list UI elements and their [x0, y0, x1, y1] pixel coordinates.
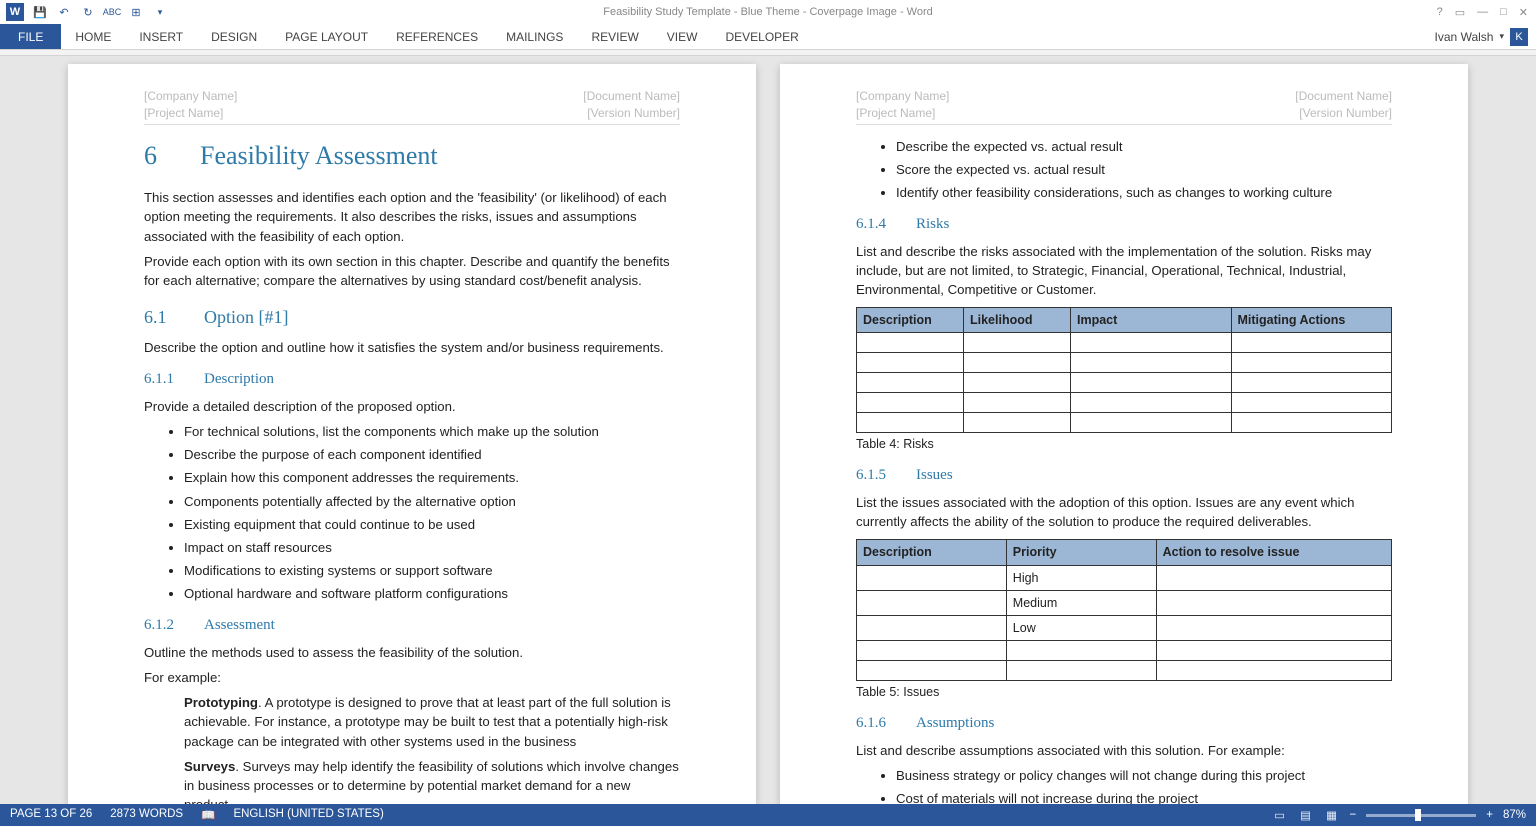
heading-3: 6.1.1Description: [144, 369, 680, 391]
word-count[interactable]: 2873 WORDS: [110, 808, 183, 822]
document-page-left: [Company Name][Project Name] [Document N…: [68, 64, 756, 804]
heading-3: 6.1.5Issues: [856, 465, 1392, 487]
bullet-list: Describe the expected vs. actual result …: [896, 137, 1392, 202]
heading-3: 6.1.6Assumptions: [856, 713, 1392, 735]
window-title: Feasibility Study Template - Blue Theme …: [603, 6, 933, 18]
body-text: For example:: [144, 668, 680, 687]
bullet-list: Business strategy or policy changes will…: [896, 766, 1392, 804]
ribbon-tabs: FILE HOME INSERT DESIGN PAGE LAYOUT REFE…: [0, 24, 1536, 50]
tab-review[interactable]: REVIEW: [577, 24, 652, 49]
status-bar: PAGE 13 OF 26 2873 WORDS 📖 ENGLISH (UNIT…: [0, 804, 1536, 826]
risks-table: DescriptionLikelihoodImpactMitigating Ac…: [856, 307, 1392, 433]
maximize-icon[interactable]: □: [1500, 6, 1507, 19]
qat-dropdown-icon[interactable]: ▾: [152, 4, 168, 20]
list-item: Modifications to existing systems or sup…: [184, 561, 680, 580]
web-layout-icon[interactable]: ▦: [1324, 808, 1340, 822]
body-text: Prototyping. A prototype is designed to …: [184, 693, 680, 750]
heading-2: 6.1Option [#1]: [144, 304, 680, 330]
ribbon-display-icon[interactable]: ▭: [1455, 6, 1465, 19]
zoom-slider[interactable]: [1366, 814, 1476, 817]
list-item: Impact on staff resources: [184, 538, 680, 557]
list-item: Components potentially affected by the a…: [184, 492, 680, 511]
tab-page-layout[interactable]: PAGE LAYOUT: [271, 24, 382, 49]
touch-mode-icon[interactable]: ⊞: [128, 4, 144, 20]
tab-home[interactable]: HOME: [61, 24, 125, 49]
page-header: [Company Name][Project Name] [Document N…: [144, 88, 680, 125]
bullet-list: For technical solutions, list the compon…: [184, 422, 680, 603]
body-text: Surveys. Surveys may help identify the f…: [184, 757, 680, 804]
body-text: List the issues associated with the adop…: [856, 493, 1392, 531]
list-item: Score the expected vs. actual result: [896, 160, 1392, 179]
user-area[interactable]: Ivan Walsh ▾ K: [1435, 28, 1536, 46]
language-indicator[interactable]: ENGLISH (UNITED STATES): [233, 808, 383, 822]
tab-developer[interactable]: DEVELOPER: [711, 24, 812, 49]
tab-references[interactable]: REFERENCES: [382, 24, 492, 49]
user-avatar: K: [1510, 28, 1528, 46]
list-item: Business strategy or policy changes will…: [896, 766, 1392, 785]
user-name: Ivan Walsh: [1435, 30, 1494, 44]
body-text: Describe the option and outline how it s…: [144, 338, 680, 357]
list-item: Identify other feasibility consideration…: [896, 183, 1392, 202]
list-item: Explain how this component addresses the…: [184, 468, 680, 487]
page-header: [Company Name][Project Name] [Document N…: [856, 88, 1392, 125]
list-item: For technical solutions, list the compon…: [184, 422, 680, 441]
title-bar: W 💾 ↶ ↻ ABC ⊞ ▾ Feasibility Study Templa…: [0, 0, 1536, 24]
body-text: List and describe assumptions associated…: [856, 741, 1392, 760]
tab-design[interactable]: DESIGN: [197, 24, 271, 49]
tab-insert[interactable]: INSERT: [125, 24, 197, 49]
quick-access-toolbar: W 💾 ↶ ↻ ABC ⊞ ▾: [0, 3, 168, 21]
body-text: Provide a detailed description of the pr…: [144, 397, 680, 416]
body-text: Outline the methods used to assess the f…: [144, 643, 680, 662]
document-workspace[interactable]: [Company Name][Project Name] [Document N…: [0, 56, 1536, 804]
table-caption: Table 4: Risks: [856, 435, 1392, 453]
list-item: Describe the purpose of each component i…: [184, 445, 680, 464]
list-item: Optional hardware and software platform …: [184, 584, 680, 603]
minimize-icon[interactable]: —: [1477, 6, 1488, 19]
zoom-level[interactable]: 87%: [1503, 809, 1526, 821]
proofing-icon[interactable]: 📖: [201, 808, 215, 822]
close-icon[interactable]: ✕: [1519, 6, 1528, 19]
heading-3: 6.1.2Assessment: [144, 615, 680, 637]
tab-view[interactable]: VIEW: [653, 24, 712, 49]
window-controls: ? ▭ — □ ✕: [1437, 6, 1536, 19]
list-item: Existing equipment that could continue t…: [184, 515, 680, 534]
zoom-in-icon[interactable]: +: [1486, 809, 1493, 821]
tab-file[interactable]: FILE: [0, 24, 61, 49]
help-icon[interactable]: ?: [1437, 6, 1443, 19]
body-text: List and describe the risks associated w…: [856, 242, 1392, 299]
user-dropdown-icon: ▾: [1499, 31, 1504, 42]
list-item: Cost of materials will not increase duri…: [896, 789, 1392, 804]
redo-icon[interactable]: ↻: [80, 4, 96, 20]
save-icon[interactable]: 💾: [32, 4, 48, 20]
page-indicator[interactable]: PAGE 13 OF 26: [10, 808, 92, 822]
issues-table: DescriptionPriorityAction to resolve iss…: [856, 539, 1392, 681]
heading-3: 6.1.4Risks: [856, 214, 1392, 236]
undo-icon[interactable]: ↶: [56, 4, 72, 20]
heading-1: 6Feasibility Assessment: [144, 137, 680, 175]
zoom-out-icon[interactable]: −: [1350, 809, 1357, 821]
word-app-icon: W: [6, 3, 24, 21]
list-item: Describe the expected vs. actual result: [896, 137, 1392, 156]
table-caption: Table 5: Issues: [856, 683, 1392, 701]
read-mode-icon[interactable]: ▭: [1272, 808, 1288, 822]
body-text: Provide each option with its own section…: [144, 252, 680, 290]
spellcheck-icon[interactable]: ABC: [104, 4, 120, 20]
print-layout-icon[interactable]: ▤: [1298, 808, 1314, 822]
body-text: This section assesses and identifies eac…: [144, 188, 680, 245]
tab-mailings[interactable]: MAILINGS: [492, 24, 577, 49]
document-page-right: [Company Name][Project Name] [Document N…: [780, 64, 1468, 804]
